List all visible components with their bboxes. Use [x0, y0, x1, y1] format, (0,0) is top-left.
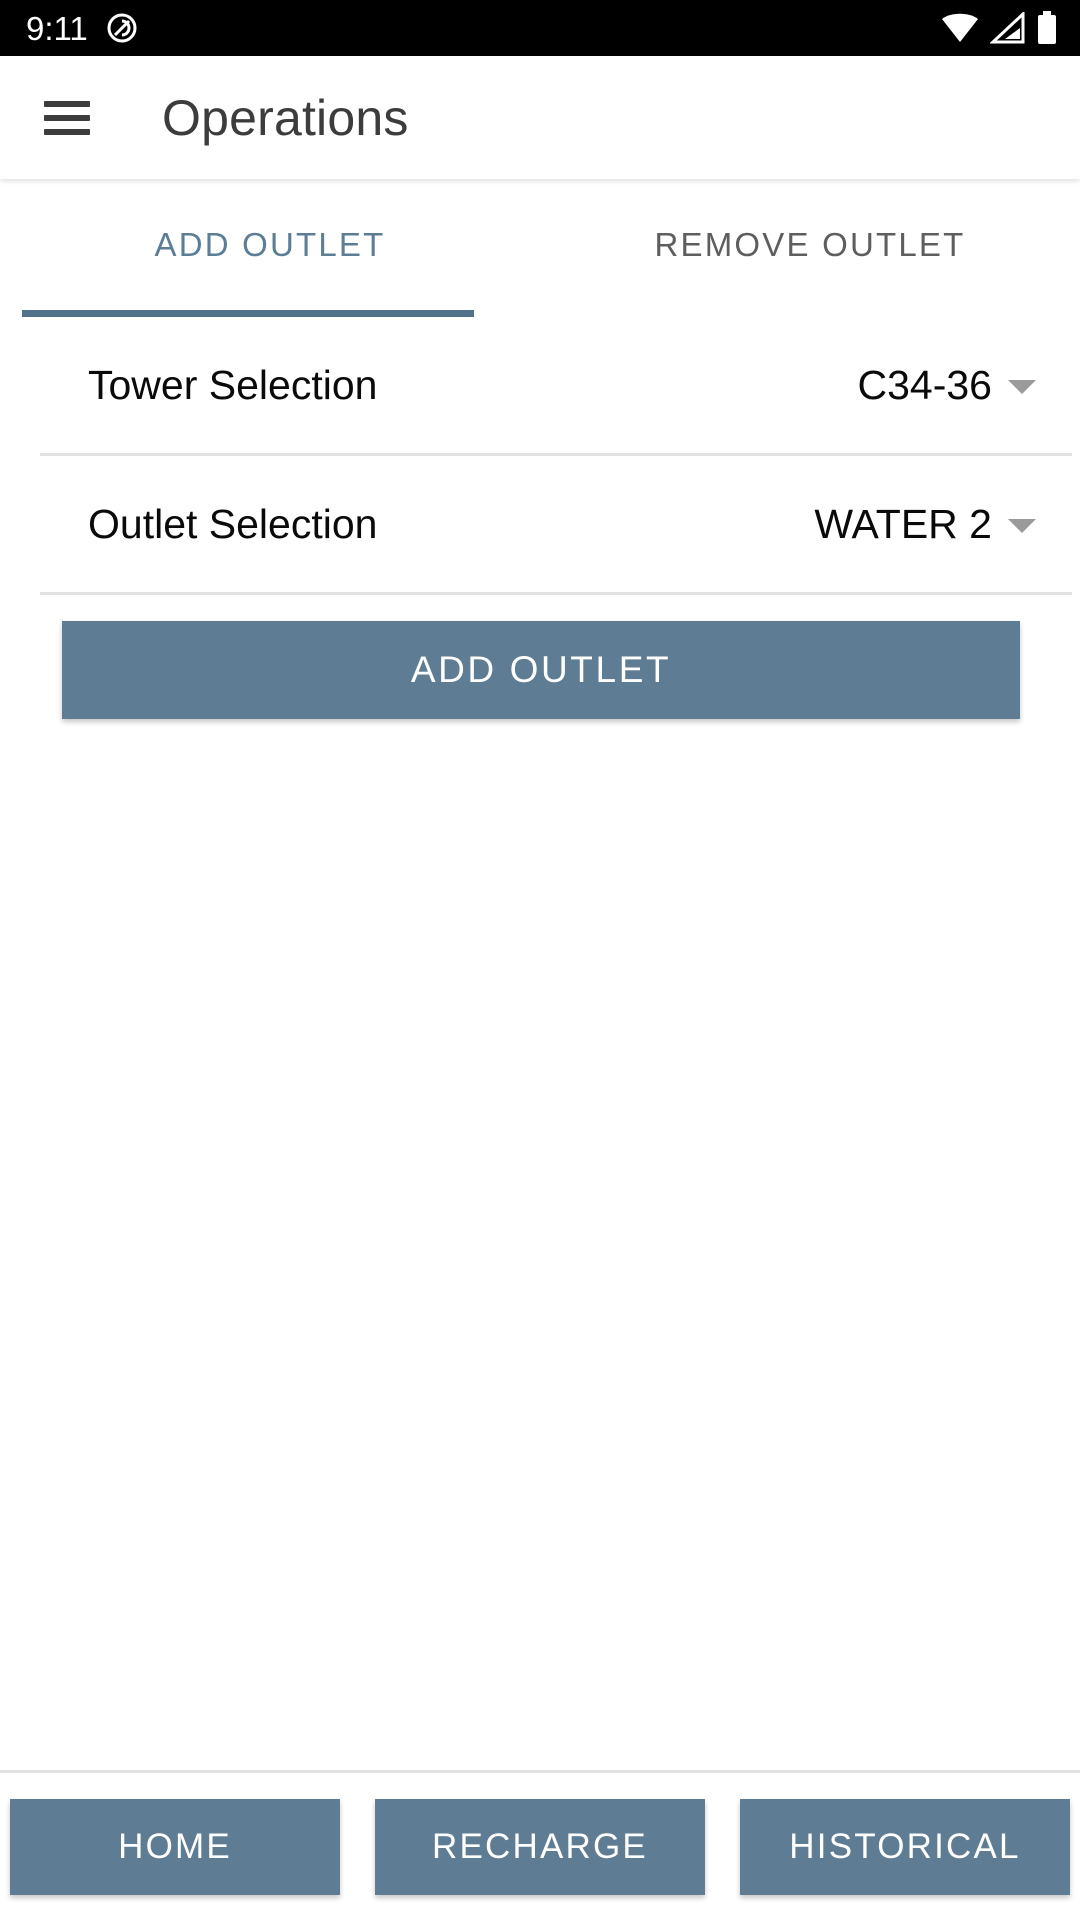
status-bar-clock: 9:11 [26, 9, 88, 47]
main-content: Tower Selection C34-36 Outlet Selection … [0, 317, 1080, 1770]
wifi-icon [942, 13, 978, 42]
nav-recharge-button[interactable]: RECHARGE [375, 1798, 705, 1895]
hamburger-menu-icon[interactable] [44, 100, 90, 135]
tower-selection-label: Tower Selection [88, 361, 378, 408]
tab-remove-outlet-label: REMOVE OUTLET [654, 225, 966, 263]
page-title: Operations [162, 89, 409, 146]
tab-add-outlet-label: ADD OUTLET [154, 225, 386, 263]
hamburger-line [44, 114, 90, 121]
primary-button-container: ADD OUTLET [0, 595, 1080, 719]
outlet-selection-label: Outlet Selection [88, 500, 378, 547]
nav-home-button[interactable]: HOME [10, 1798, 340, 1895]
nav-historical-button[interactable]: HISTORICAL [740, 1798, 1070, 1895]
tab-bar: ADD OUTLET REMOVE OUTLET [0, 179, 1080, 317]
signal-triangle-icon [990, 12, 1025, 44]
tab-active-indicator [22, 310, 474, 317]
tab-add-outlet[interactable]: ADD OUTLET [0, 179, 540, 317]
content-filler [0, 719, 1080, 1770]
app-bar: Operations [0, 56, 1080, 179]
hamburger-line [44, 100, 90, 107]
bottom-navigation-bar: HOME RECHARGE HISTORICAL [0, 1773, 1080, 1920]
battery-full-icon [1038, 11, 1056, 44]
status-bar: 9:11 [0, 0, 1080, 56]
tower-selection-row[interactable]: Tower Selection C34-36 [0, 317, 1080, 453]
app-screen: 9:11 Operations ADD OUTLET REMOVE OUTLET… [0, 0, 1080, 1920]
circle-slash-icon [107, 13, 137, 43]
hamburger-line [44, 128, 90, 135]
chevron-down-icon[interactable] [1008, 519, 1036, 533]
status-bar-right [940, 11, 1058, 45]
tab-remove-outlet[interactable]: REMOVE OUTLET [540, 179, 1080, 317]
chevron-down-icon[interactable] [1008, 380, 1036, 394]
outlet-selection-value: WATER 2 [814, 500, 992, 547]
tower-selection-value: C34-36 [857, 361, 992, 408]
status-bar-left: 9:11 [26, 12, 138, 45]
outlet-selection-row[interactable]: Outlet Selection WATER 2 [0, 456, 1080, 592]
add-outlet-button[interactable]: ADD OUTLET [62, 621, 1020, 719]
